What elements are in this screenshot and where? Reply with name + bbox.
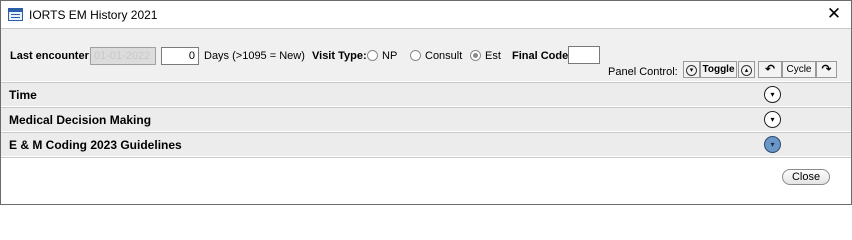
last-encounter-label: Last encounter: xyxy=(10,50,93,62)
final-code-label: Final Code: xyxy=(512,50,572,62)
section-title: Time xyxy=(9,88,37,102)
close-button[interactable]: Close xyxy=(782,169,830,185)
visit-type-np-label: NP xyxy=(382,50,398,62)
expand-chevron-icon[interactable]: ▾ xyxy=(764,136,781,153)
chevron-up-icon: ▴ xyxy=(741,65,752,76)
visit-type-est-label: Est xyxy=(485,50,501,62)
days-hint: Days (>1095 = New) xyxy=(204,50,305,62)
final-code-field[interactable] xyxy=(568,46,600,64)
panel-control-label: Panel Control: xyxy=(608,66,678,78)
window-close-icon[interactable]: ✕ xyxy=(823,4,845,24)
expand-chevron-icon[interactable]: ▾ xyxy=(764,86,781,103)
visit-type-est-radio[interactable] xyxy=(470,50,481,61)
panel-toggle-button[interactable]: Toggle xyxy=(700,61,737,78)
panel-expand-button[interactable]: ▴ xyxy=(738,61,755,78)
section-title: Medical Decision Making xyxy=(9,113,152,127)
footer-divider xyxy=(1,157,851,158)
expand-chevron-icon[interactable]: ▾ xyxy=(764,111,781,128)
section-time[interactable]: Time ▾ xyxy=(1,82,851,106)
title-bar: IORTS EM History 2021 ✕ xyxy=(1,1,851,29)
last-encounter-field[interactable]: 01-01-2022 xyxy=(90,47,156,65)
section-medical-decision-making[interactable]: Medical Decision Making ▾ xyxy=(1,107,851,131)
dialog-window: IORTS EM History 2021 ✕ Last encounter: … xyxy=(0,0,852,205)
section-em-coding-guidelines[interactable]: E & M Coding 2023 Guidelines ▾ xyxy=(1,132,851,156)
cycle-forward-button[interactable]: ↷ xyxy=(816,61,837,78)
visit-type-consult-label: Consult xyxy=(425,50,463,62)
visit-type-consult-radio[interactable] xyxy=(410,50,421,61)
days-field[interactable]: 0 xyxy=(161,47,199,65)
visit-type-label: Visit Type: xyxy=(312,50,367,62)
chevron-down-icon: ▾ xyxy=(686,65,697,76)
rotate-left-icon: ↶ xyxy=(764,62,776,76)
app-icon xyxy=(8,8,23,21)
cycle-back-button[interactable]: ↶ xyxy=(758,61,782,78)
encounter-toolbar: Last encounter: 01-01-2022 0 Days (>1095… xyxy=(1,29,851,81)
panel-collapse-button[interactable]: ▾ xyxy=(683,61,700,78)
section-title: E & M Coding 2023 Guidelines xyxy=(9,138,182,152)
window-title: IORTS EM History 2021 xyxy=(29,8,158,22)
cycle-button[interactable]: Cycle xyxy=(782,61,816,78)
visit-type-np-radio[interactable] xyxy=(367,50,378,61)
rotate-right-icon: ↷ xyxy=(821,62,832,76)
